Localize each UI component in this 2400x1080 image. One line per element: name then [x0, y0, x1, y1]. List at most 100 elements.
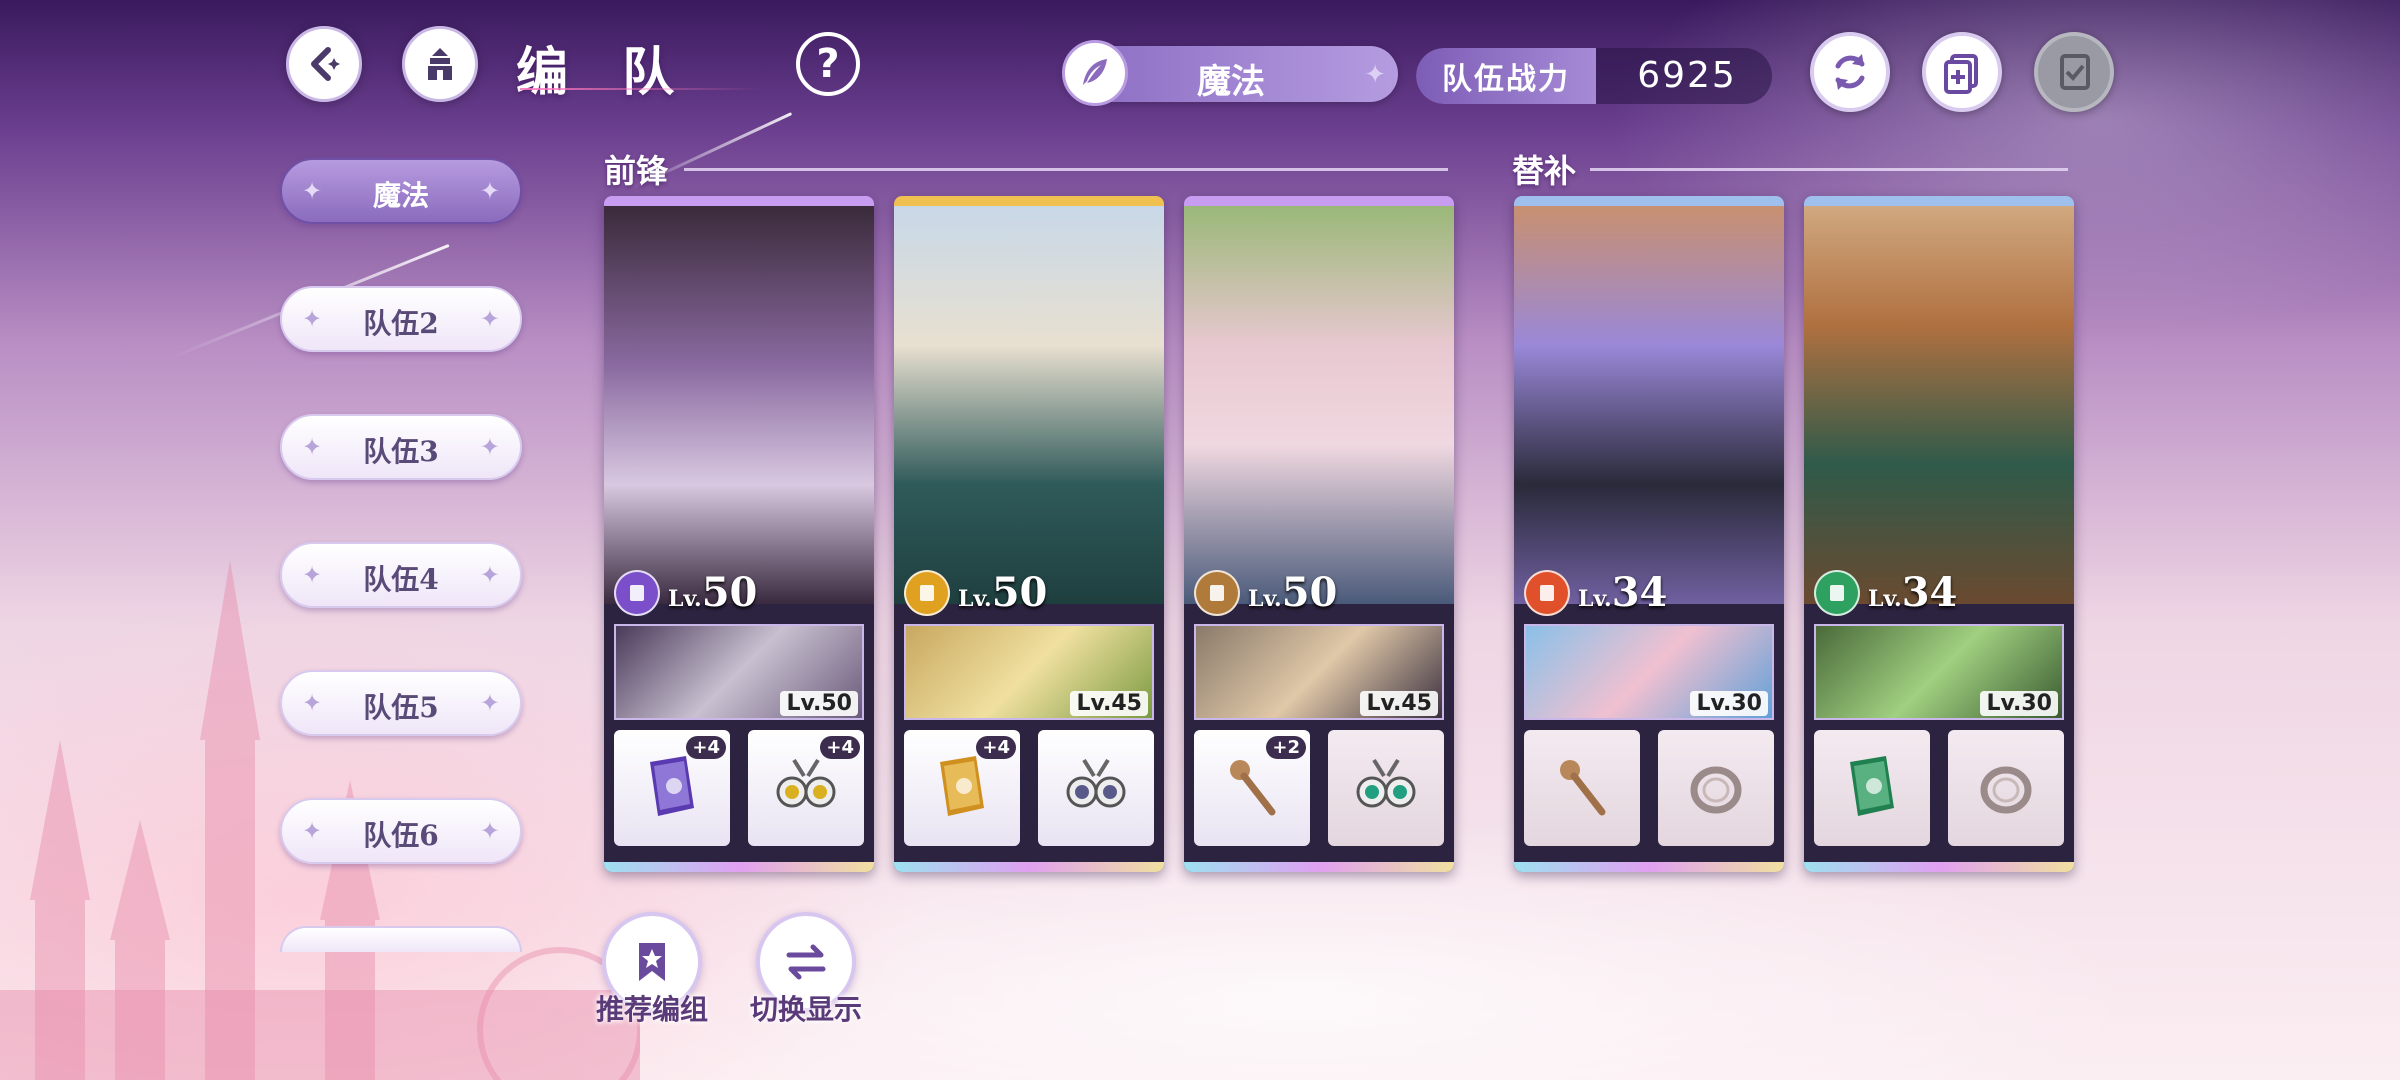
team-power: 队伍战力 6925: [1416, 48, 1772, 104]
clipboard-check-icon: [2060, 54, 2090, 90]
equipment-slot-2[interactable]: +4: [748, 730, 864, 846]
team-power-label: 队伍战力: [1416, 48, 1596, 104]
earring-icon: [1066, 758, 1126, 808]
enhance-badge: +4: [976, 736, 1016, 759]
attribute-icon: [1814, 570, 1860, 616]
card-bottom-frame: [1804, 862, 2074, 872]
team-tab-3[interactable]: ✦ 队伍3 ✦: [280, 414, 522, 480]
back-arrow-icon: [311, 47, 340, 81]
reserve-section-divider: [1590, 168, 2068, 171]
switch-display-label: 切换显示: [749, 993, 862, 1026]
character-card[interactable]: Lv.50 Lv.50 +4 +4: [604, 196, 874, 872]
card-bottom-frame: [1184, 862, 1454, 872]
support-level: Lv.30: [1980, 691, 2058, 716]
help-icon: ?: [816, 41, 840, 87]
character-card[interactable]: Lv.34 Lv.30: [1804, 196, 2074, 872]
level-value: 50: [1281, 569, 1338, 616]
support-level: Lv.50: [780, 691, 858, 716]
attribute-icon: [904, 570, 950, 616]
level-prefix: Lv.: [1868, 586, 1902, 612]
sparkle-icon: ✦: [479, 177, 500, 205]
card-bottom-frame: [604, 862, 874, 872]
sparkle-icon: ✦: [479, 817, 500, 845]
add-copy-icon: [1944, 54, 1978, 94]
sparkle-icon: ✦: [1364, 60, 1386, 90]
home-button[interactable]: [402, 26, 478, 102]
recommend-team-label: 推荐编组: [595, 993, 708, 1026]
spellbook-icon: [1850, 756, 1894, 816]
card-top-frame: [1514, 196, 1784, 206]
support-level: Lv.30: [1690, 691, 1768, 716]
card-top-frame: [894, 196, 1164, 206]
support-card-slot[interactable]: Lv.30: [1524, 624, 1774, 720]
sparkle-icon: ✦: [479, 305, 500, 333]
level-prefix: Lv.: [668, 586, 702, 612]
support-level: Lv.45: [1070, 691, 1148, 716]
equipment-slot-2[interactable]: [1038, 730, 1154, 846]
attribute-icon: [614, 570, 660, 616]
character-level: Lv.34: [1814, 568, 1957, 616]
support-card-slot[interactable]: Lv.45: [1194, 624, 1444, 720]
attribute-icon: [1524, 570, 1570, 616]
reserve-section-title: 替补: [1512, 152, 1577, 190]
sparkle-icon: ✦: [479, 433, 500, 461]
ring-icon: [1690, 766, 1742, 814]
page-title: 编 队: [516, 42, 693, 103]
team-power-value: 6925: [1637, 55, 1737, 96]
equipment-slot-1[interactable]: +2: [1194, 730, 1310, 846]
help-button[interactable]: ?: [796, 32, 860, 96]
card-bottom-frame: [1514, 862, 1784, 872]
front-section-divider: [684, 168, 1448, 171]
team-tab-2[interactable]: ✦ 队伍2 ✦: [280, 286, 522, 352]
save-team-button[interactable]: [2034, 32, 2114, 112]
equipment-slot-1[interactable]: +4: [614, 730, 730, 846]
enhance-badge: +2: [1266, 736, 1306, 759]
card-top-frame: [1804, 196, 2074, 206]
character-portrait: [1514, 206, 1784, 604]
support-card-slot[interactable]: Lv.45: [904, 624, 1154, 720]
level-value: 34: [1611, 569, 1668, 616]
support-card-slot[interactable]: Lv.30: [1814, 624, 2064, 720]
level-prefix: Lv.: [1578, 586, 1612, 612]
bookmark-star-icon: [639, 943, 665, 981]
character-level: Lv.50: [614, 568, 757, 616]
character-portrait: [604, 206, 874, 604]
level-value: 50: [991, 569, 1048, 616]
add-team-button[interactable]: [1922, 32, 2002, 112]
equipment-slot-2[interactable]: [1948, 730, 2064, 846]
sparkle-icon: ✦: [479, 561, 500, 589]
card-top-frame: [604, 196, 874, 206]
character-card[interactable]: Lv.34 Lv.30: [1514, 196, 1784, 872]
support-card-slot[interactable]: Lv.50: [614, 624, 864, 720]
team-tab-6[interactable]: ✦ 队伍6 ✦: [280, 798, 522, 864]
team-tab-5[interactable]: ✦ 队伍5 ✦: [280, 670, 522, 736]
level-prefix: Lv.: [958, 586, 992, 612]
equipment-slot-2[interactable]: [1328, 730, 1444, 846]
equipment-slot-2[interactable]: [1658, 730, 1774, 846]
sparkle-icon: ✦: [479, 689, 500, 717]
level-value: 50: [701, 569, 758, 616]
level-prefix: Lv.: [1248, 586, 1282, 612]
wand-icon: [1560, 760, 1606, 816]
team-tab-1[interactable]: ✦ 魔法 ✦: [280, 158, 522, 224]
equipment-slot-1[interactable]: [1524, 730, 1640, 846]
support-level: Lv.45: [1360, 691, 1438, 716]
refresh-icon: [1835, 54, 1865, 90]
team-tab-4[interactable]: ✦ 队伍4 ✦: [280, 542, 522, 608]
character-portrait: [1804, 206, 2074, 604]
element-selector[interactable]: 魔法 ✦: [1062, 40, 1398, 106]
character-portrait: [1184, 206, 1454, 604]
equipment-slot-1[interactable]: [1814, 730, 1930, 846]
character-card[interactable]: Lv.50 Lv.45 +2: [1184, 196, 1454, 872]
team-tab-7-partial[interactable]: [280, 926, 522, 952]
character-portrait: [894, 206, 1164, 604]
card-top-frame: [1184, 196, 1454, 206]
level-value: 34: [1901, 569, 1958, 616]
enhance-badge: +4: [686, 736, 726, 759]
enhance-badge: +4: [820, 736, 860, 759]
character-level: Lv.50: [1194, 568, 1337, 616]
character-card[interactable]: Lv.50 Lv.45 +4: [894, 196, 1164, 872]
equipment-slot-1[interactable]: +4: [904, 730, 1020, 846]
refresh-button[interactable]: [1810, 32, 1890, 112]
back-button[interactable]: [286, 26, 362, 102]
